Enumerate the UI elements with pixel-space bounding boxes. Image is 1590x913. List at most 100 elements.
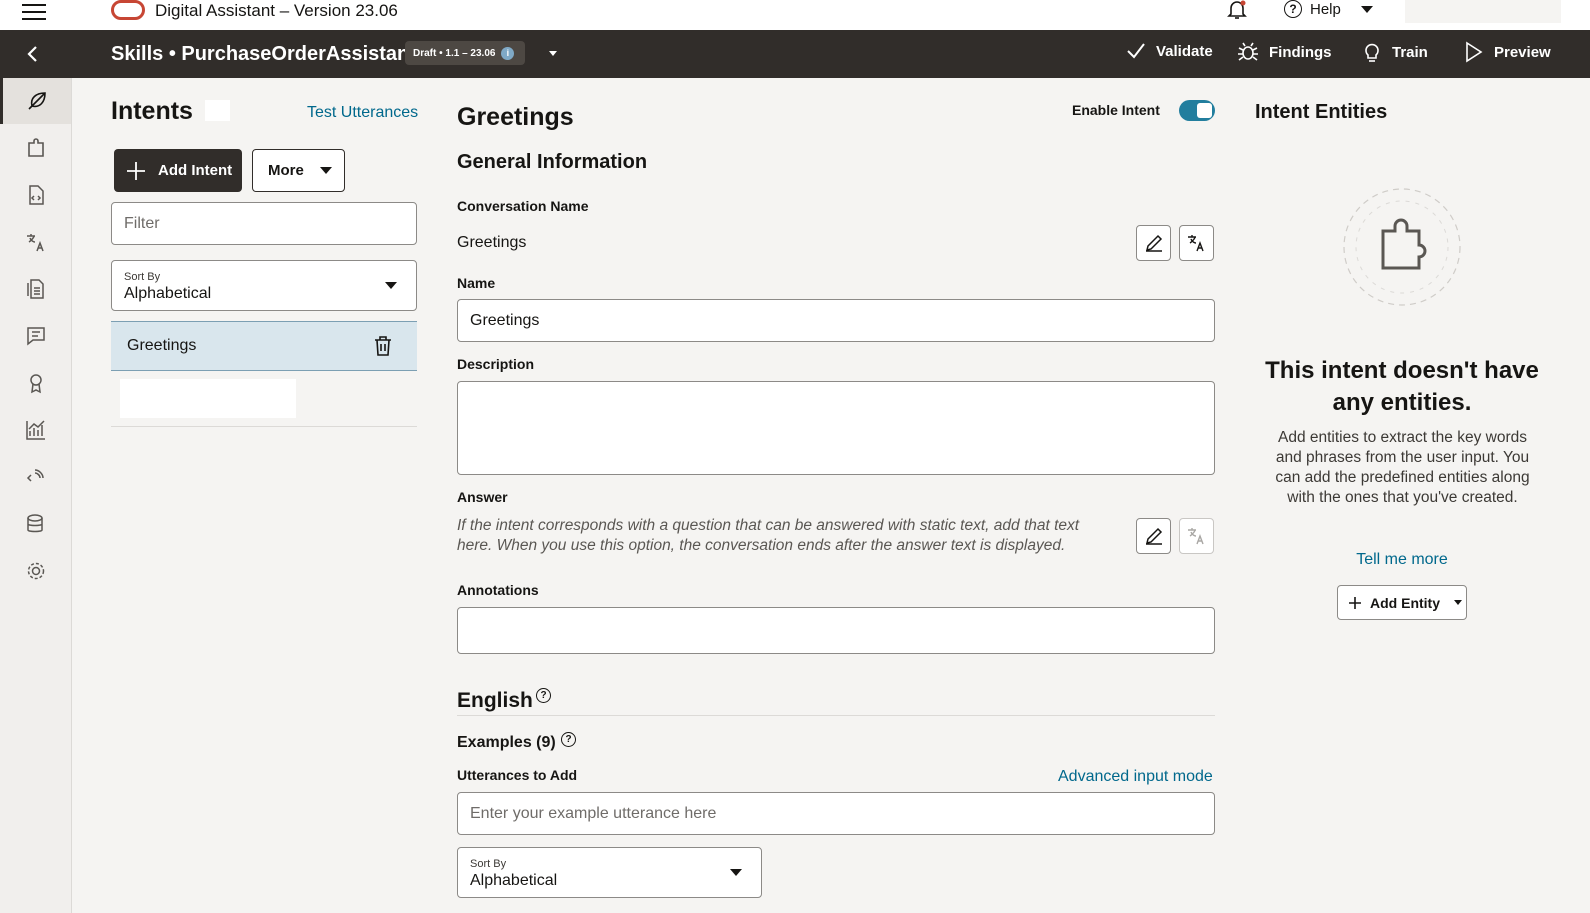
checkmark-icon <box>1127 43 1145 59</box>
delete-trash-icon[interactable] <box>374 336 392 356</box>
nav-components[interactable] <box>0 454 71 500</box>
app-title: Digital Assistant – Version 23.06 <box>155 1 398 20</box>
sort-by-label: Sort By <box>124 271 161 283</box>
skill-header: Skills • PurchaseOrderAssistant Draft • … <box>0 30 1590 78</box>
intent-title: Greetings <box>457 103 574 131</box>
user-menu[interactable] <box>1405 0 1561 23</box>
data-icon <box>26 514 43 533</box>
nav-conversations[interactable] <box>0 313 71 359</box>
edit-answer-button[interactable] <box>1136 518 1171 554</box>
name-label: Name <box>457 275 496 291</box>
empty-state-body: Add entities to extract the key words an… <box>1275 429 1530 506</box>
chevron-down-icon <box>1454 600 1462 605</box>
description-textarea[interactable] <box>457 381 1215 475</box>
train-button[interactable]: Train <box>1362 41 1428 63</box>
language-divider <box>457 715 1215 716</box>
more-label: More <box>268 162 304 179</box>
utterance-input[interactable] <box>457 792 1215 835</box>
nav-translation[interactable] <box>0 219 71 265</box>
nav-settings[interactable] <box>0 548 71 594</box>
entities-icon <box>27 138 44 157</box>
components-icon <box>26 469 44 482</box>
help-dropdown-caret-icon <box>1360 5 1373 13</box>
language-help-icon[interactable]: ? <box>536 688 551 703</box>
description-label: Description <box>457 356 535 372</box>
version-badge-label: Draft • 1.1 – 23.06 <box>413 47 496 59</box>
resource-bundles-icon <box>26 279 44 299</box>
breadcrumb[interactable]: Skills • PurchaseOrderAssistant <box>111 43 416 66</box>
analytics-icon <box>25 420 45 440</box>
help-circle-icon: ? <box>1284 0 1302 18</box>
back-chevron-icon[interactable] <box>24 44 42 64</box>
top-bar: Digital Assistant – Version 23.06 ? Help <box>0 0 1590 30</box>
advanced-input-mode-link[interactable]: Advanced input mode <box>1058 768 1213 786</box>
notifications-bell-icon[interactable] <box>1226 0 1248 20</box>
info-icon[interactable]: i <box>501 46 515 60</box>
language-heading: English <box>457 689 533 712</box>
edit-conversation-name-button[interactable] <box>1136 225 1171 261</box>
conversation-name-label: Conversation Name <box>457 198 589 214</box>
play-icon <box>1466 41 1483 63</box>
translate-answer-button[interactable] <box>1179 518 1214 554</box>
findings-button[interactable]: Findings <box>1237 41 1332 63</box>
pencil-icon <box>1145 234 1162 252</box>
version-badge: Draft • 1.1 – 23.06 i <box>405 41 525 65</box>
lightbulb-icon <box>1365 43 1379 62</box>
translate-conversation-name-button[interactable] <box>1179 225 1214 261</box>
nav-intents[interactable] <box>0 78 71 124</box>
intents-sort-select[interactable]: Sort By Alphabetical <box>111 260 417 311</box>
preview-button[interactable]: Preview <box>1464 41 1551 63</box>
plus-icon <box>1349 596 1361 609</box>
more-button[interactable]: More <box>252 149 345 192</box>
intents-count-chip <box>205 100 230 121</box>
nav-analytics[interactable] <box>0 407 71 453</box>
insights-achievement-icon <box>29 374 42 394</box>
settings-icon <box>27 562 44 580</box>
nav-flows[interactable] <box>0 172 71 218</box>
empty-state-heading: This intent doesn't have any entities. <box>1265 357 1539 416</box>
examples-help-icon[interactable]: ? <box>561 732 576 747</box>
filter-input[interactable] <box>111 202 417 245</box>
utterances-sort-select[interactable]: Sort By Alphabetical <box>457 847 762 898</box>
nav-resource-bundles[interactable] <box>0 266 71 312</box>
add-entity-label: Add Entity <box>1370 594 1440 611</box>
answer-label: Answer <box>457 489 508 505</box>
validate-label: Validate <box>1156 42 1213 60</box>
utterances-to-add-label: Utterances to Add <box>457 767 578 783</box>
add-entity-button[interactable]: Add Entity <box>1337 585 1467 620</box>
preview-label: Preview <box>1494 43 1551 61</box>
sort-by-label: Sort By <box>470 858 507 870</box>
intent-list-placeholder <box>120 379 296 418</box>
examples-heading: Examples (9) <box>457 734 556 751</box>
chevron-down-icon <box>385 282 397 289</box>
help-menu[interactable]: ? Help <box>1284 0 1373 18</box>
conversations-icon <box>26 327 45 346</box>
tell-me-more-link[interactable]: Tell me more <box>1255 551 1549 569</box>
nav-rail <box>0 78 72 913</box>
chevron-down-icon <box>319 167 332 174</box>
conversation-name-value: Greetings <box>457 234 527 251</box>
name-field[interactable] <box>457 299 1215 342</box>
intent-list-item[interactable]: Greetings <box>111 321 417 371</box>
findings-label: Findings <box>1269 43 1332 61</box>
nav-insights[interactable] <box>0 360 71 406</box>
intents-title: Intents <box>111 97 193 125</box>
validate-button[interactable]: Validate <box>1126 41 1213 61</box>
list-divider <box>111 426 417 427</box>
nav-data[interactable] <box>0 501 71 547</box>
annotations-field[interactable] <box>457 607 1215 654</box>
hamburger-menu-icon[interactable] <box>22 2 46 22</box>
sort-by-value: Alphabetical <box>124 285 212 302</box>
empty-entities-puzzle-icon <box>1343 188 1461 306</box>
test-utterances-link[interactable]: Test Utterances <box>307 104 418 122</box>
translate-icon <box>1187 235 1204 252</box>
pencil-icon <box>1145 527 1162 545</box>
general-information-heading: General Information <box>457 151 648 173</box>
answer-hint-text: If the intent corresponds with a questio… <box>457 517 1080 554</box>
intent-list-item-label: Greetings <box>127 337 197 354</box>
add-intent-button[interactable]: Add Intent <box>114 149 242 192</box>
version-dropdown-caret-icon[interactable] <box>549 51 557 56</box>
enable-intent-toggle[interactable] <box>1179 100 1215 121</box>
intent-entities-title: Intent Entities <box>1255 101 1388 123</box>
nav-entities[interactable] <box>0 125 71 171</box>
